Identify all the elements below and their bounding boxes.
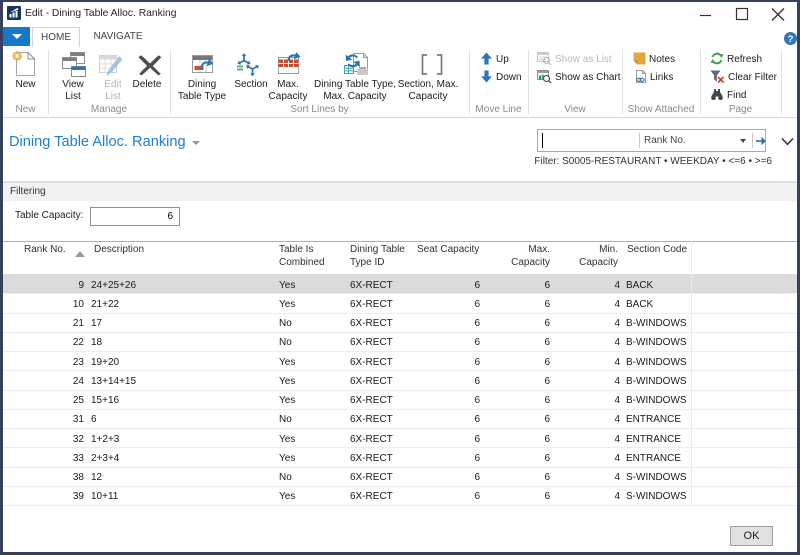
svg-text:?: ?: [788, 34, 794, 45]
